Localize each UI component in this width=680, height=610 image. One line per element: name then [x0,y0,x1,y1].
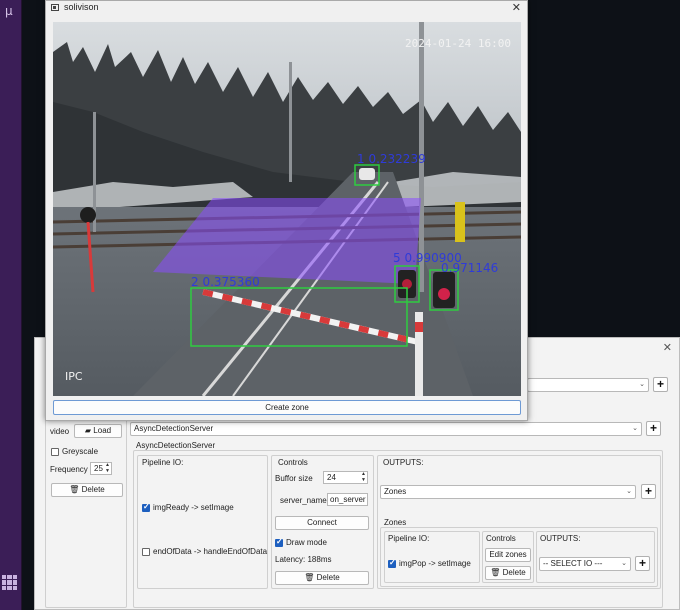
detection-label-1: 1 0.232239 [357,152,426,166]
spin-arrows-icon: ▲ ▼ [361,471,366,483]
endofdata-label: endOfData -> handleEndOfData [153,547,268,556]
draw-mode-checkbox[interactable] [275,537,283,547]
greyscale-checkbox[interactable] [51,448,59,456]
create-zone-button[interactable]: Create zone [53,400,521,415]
zones-outputs-value: -- SELECT IO --- [543,559,603,568]
window-title: solivison [64,2,99,12]
taskbar-app-icon[interactable]: μ [5,4,13,18]
camera-frame-svg: 1 0.232239 2 0.375360 5 0.990900 0.97114… [53,22,521,396]
detection-label-6: 0.971146 [441,261,498,275]
outputs-combo[interactable]: Zones ⌄ [380,485,636,499]
add-output-button[interactable]: + [641,484,656,499]
warning-sign [455,202,465,242]
zones-controls-group: Controls Edit zones 🗑 Delete [482,531,534,583]
zones-delete-button[interactable]: 🗑 Delete [485,566,531,580]
zones-pipeline-io-group: Pipeline IO: imgPop -> setImage [384,531,480,583]
server-controls-group: Controls Buffor size 24 ▲ ▼ server_name o… [271,455,374,589]
add-zone-output-button[interactable]: + [635,556,650,571]
outputs-label: OUTPUTS: [383,458,424,467]
chevron-down-icon: ⌄ [626,488,632,495]
frequency-spinbox[interactable]: 25 ▲ ▼ [90,462,112,475]
create-zone-label: Create zone [265,403,309,412]
trash-icon: 🗑 [69,485,80,494]
server-name-label: server_name [280,496,327,505]
imgready-label: imgReady -> setImage [153,503,234,512]
imgpop-checkbox[interactable] [388,558,396,568]
imgready-checkbox[interactable] [142,502,150,512]
frequency-value: 25 [94,464,103,473]
buffer-size-label: Buffor size [275,474,313,483]
connect-label: Connect [307,518,337,527]
zones-controls-label: Controls [486,534,516,543]
barrier-post-stripe [415,322,423,332]
load-label: Load [93,426,112,435]
source-delete-button[interactable]: 🗑 Delete [51,483,123,497]
camera-watermark: IPC [65,370,83,383]
taskbar: μ [0,0,22,610]
top-source-combo[interactable]: ⌄ [527,378,649,392]
draw-mode-label: Draw mode [286,538,327,547]
add-server-button[interactable]: + [646,421,661,436]
car [359,168,375,180]
server-delete-button[interactable]: 🗑 Delete [275,571,369,585]
trash-icon: 🗑 [304,573,315,582]
chevron-down-icon: ⌄ [621,560,627,567]
delete-label: Delete [502,568,526,577]
buffer-size-value: 24 [327,473,336,482]
zones-group: Pipeline IO: imgPop -> setImage Controls… [380,527,658,587]
zones-outputs-label: OUTPUTS: [540,534,581,543]
endofdata-checkbox[interactable] [142,548,150,556]
camera-timestamp: 2024-01-24 16:00 [405,37,511,50]
greyscale-label: Greyscale [62,447,99,456]
close-icon[interactable]: ✕ [663,341,672,354]
server-name-input[interactable]: on_server [327,493,368,506]
source-group: video ▰ Load Greyscale Frequency 25 ▲ ▼ 🗑… [45,418,127,608]
frequency-label: Frequency [50,465,88,474]
edit-zones-button[interactable]: Edit zones [485,548,531,562]
zones-pipeline-io-label: Pipeline IO: [388,534,430,543]
outputs-combo-value: Zones [384,487,407,496]
title-bar[interactable]: solivison ✕ [46,1,527,15]
video-preview-window: solivison ✕ 1 0.232239 2 0.375360 5 0.99… [45,0,528,421]
spin-arrows-icon: ▲ ▼ [105,462,110,474]
window-icon [51,4,59,11]
server-combo-value: AsyncDetectionServer [134,424,214,433]
edit-zones-label: Edit zones [489,550,527,559]
add-source-button[interactable]: + [653,377,668,392]
delete-label: Delete [81,485,105,494]
source-type-label: video [50,427,70,436]
pole-mid [289,62,292,182]
server-block-title: AsyncDetectionServer [136,441,216,450]
delete-label: Delete [316,573,340,582]
server-pipeline-io-group: Pipeline IO: imgReady -> setImage endOfD… [137,455,268,589]
chevron-down-icon: ⌄ [632,425,638,432]
server-combo[interactable]: AsyncDetectionServer ⌄ [130,422,642,436]
signal-lamp-left [80,207,96,223]
buffer-size-spinbox[interactable]: 24 ▲ ▼ [323,471,368,484]
pipeline-io-label: Pipeline IO: [142,458,184,467]
zones-outputs-group: OUTPUTS: -- SELECT IO --- ⌄ + [536,531,655,583]
traffic-light-2-lamp [438,288,450,300]
server-outputs-group: OUTPUTS: Zones ⌄ + Zones Pipeline IO: im… [377,455,661,589]
controls-label: Controls [278,458,308,467]
server-name-value: on_server [330,495,366,504]
zones-block-title: Zones [384,518,407,527]
latency-label: Latency: 188ms [275,555,332,564]
detection-label-2: 2 0.375360 [191,275,260,289]
camera-feed[interactable]: 1 0.232239 2 0.375360 5 0.990900 0.97114… [53,22,521,396]
trash-icon: 🗑 [490,568,501,577]
folder-icon: ▰ [84,426,92,435]
close-icon[interactable]: ✕ [512,1,521,14]
start-grid-icon[interactable] [2,575,17,590]
connect-button[interactable]: Connect [275,516,369,530]
chevron-down-icon: ⌄ [639,381,645,388]
imgpop-label: imgPop -> setImage [399,559,471,568]
load-button[interactable]: ▰ Load [74,424,122,438]
zones-outputs-combo[interactable]: -- SELECT IO --- ⌄ [539,557,631,571]
server-group: Pipeline IO: imgReady -> setImage endOfD… [133,450,663,608]
